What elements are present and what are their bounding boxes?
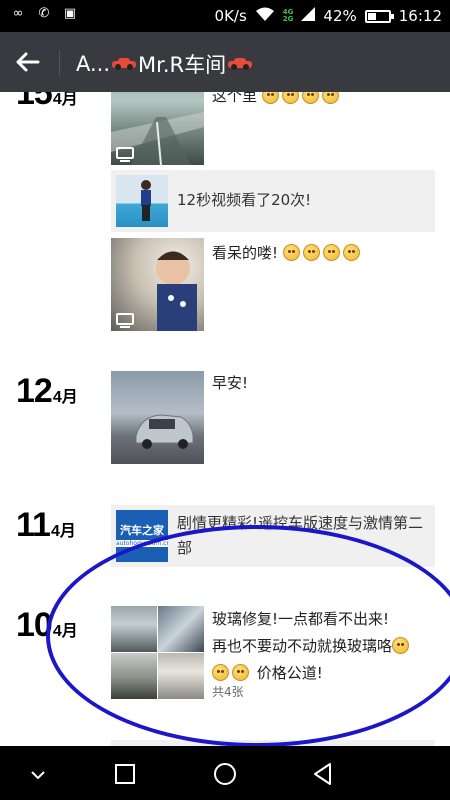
video-thumbnail[interactable] (111, 238, 204, 331)
gallery-image[interactable] (158, 606, 204, 652)
back-arrow-button[interactable] (12, 46, 46, 78)
thinking-emoji-icon (302, 244, 320, 261)
post-text[interactable]: 早安! (212, 371, 248, 395)
shared-link-title: 12秒视频看了20次! (177, 191, 312, 209)
post-text[interactable]: 这个里 (212, 92, 342, 108)
shared-link-title: 剧情更精彩!遥控车版速度与激情第二部 (177, 514, 424, 557)
shared-thumbnail (116, 175, 168, 227)
date-label: 104月 (16, 606, 78, 644)
signal-icon (301, 7, 316, 25)
title-divider (59, 50, 60, 76)
post-text[interactable]: 玻璃修复!一点都看不出来! 再也不要动不动就换玻璃咯 价格公道! (212, 606, 442, 687)
title-prefix: A... (76, 52, 111, 76)
shared-link-card[interactable]: 12秒视频看了20次! (111, 170, 435, 232)
back-triangle-icon[interactable] (309, 760, 337, 788)
missed-call-icon: ✆ (38, 6, 50, 21)
system-nav-bar (0, 746, 450, 800)
thinking-emoji-icon (282, 244, 300, 261)
battery-icon (364, 9, 394, 23)
net-speed: 0K/s (214, 7, 247, 25)
car-emoji-icon (228, 58, 253, 70)
thinking-emoji-icon (342, 244, 360, 261)
battery-percent: 42% (323, 7, 357, 25)
car-emoji-icon (112, 58, 137, 70)
clock: 16:12 (398, 7, 442, 25)
video-icon (116, 313, 134, 328)
video-icon (116, 147, 134, 162)
autohome-logo: 汽车之家 autohome.com.cn (116, 510, 168, 562)
chevron-down-icon[interactable] (24, 760, 52, 788)
thinking-emoji-icon (281, 92, 299, 104)
gallery-image[interactable] (111, 606, 157, 652)
image-count: 共4张 (212, 685, 244, 699)
gallery-image[interactable] (158, 653, 204, 699)
shared-link-card[interactable]: 汽车之家 autohome.com.cn 剧情更精彩!遥控车版速度与激情第二部 (111, 505, 435, 567)
back-arrow-icon (16, 52, 40, 72)
video-thumbnail[interactable] (111, 92, 204, 165)
wifi-icon (255, 6, 275, 26)
thinking-emoji-icon (212, 664, 229, 681)
network-type-badge: 4G 2G (282, 8, 294, 23)
gallery-image[interactable] (111, 653, 157, 699)
thinking-emoji-icon (321, 92, 339, 104)
voicemail-icon: ∞ (12, 6, 24, 21)
post-text[interactable]: 看呆的喽! (212, 241, 363, 265)
date-label: 114月 (16, 506, 76, 544)
home-icon[interactable] (211, 760, 239, 788)
thinking-emoji-icon (322, 244, 340, 261)
status-bar: ∞ ✆ ▣ 0K/s 4G 2G 42% 16:12 (0, 0, 450, 32)
moments-timeline[interactable]: 154月 这个里 12秒视频看了20次! 看呆的喽! 124月 早安! 114月… (0, 92, 450, 746)
date-label: 124月 (16, 372, 78, 410)
photo-thumbnail[interactable] (111, 371, 204, 464)
thinking-emoji-icon (232, 664, 249, 681)
date-label: 154月 (16, 92, 78, 112)
title-name: Mr.R车间 (138, 53, 227, 77)
thinking-emoji-icon (301, 92, 319, 104)
thinking-emoji-icon (261, 92, 279, 104)
image-notification-icon: ▣ (63, 6, 77, 21)
title-bar: A... Mr.R车间 (0, 32, 450, 92)
page-title: A... Mr.R车间 (76, 49, 254, 79)
thinking-emoji-icon (392, 637, 410, 654)
recent-apps-icon[interactable] (111, 760, 139, 788)
